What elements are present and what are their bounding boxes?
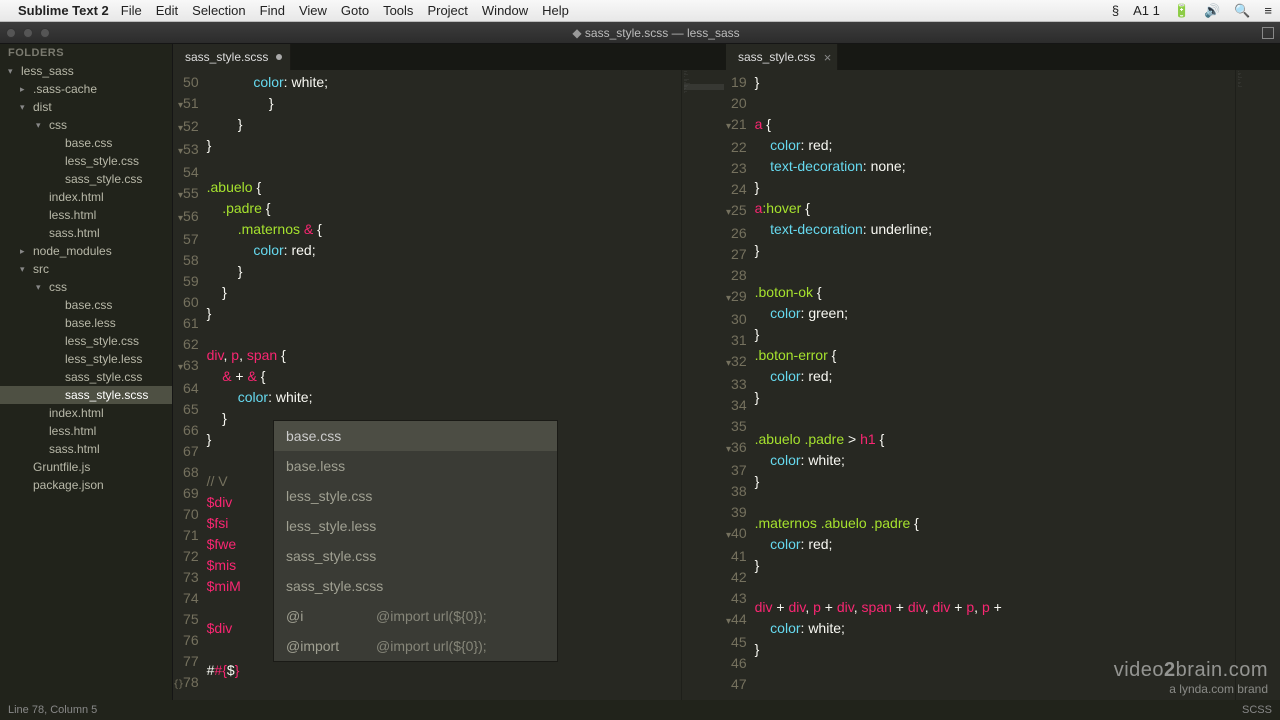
tree-item[interactable]: ▾css: [0, 278, 172, 296]
line-gutter: 50▾51▾52▾5354▾55▾56575859606162▾63646566…: [173, 70, 207, 713]
tree-item[interactable]: Gruntfile.js: [0, 458, 172, 476]
syntax-indicator[interactable]: SCSS: [1242, 704, 1272, 716]
tree-item[interactable]: sass.html: [0, 224, 172, 242]
line-gutter: 1920▾21222324▾25262728▾293031▾32333435▾3…: [726, 70, 755, 720]
tab-bar-right: sass_style.css ×: [726, 44, 1280, 70]
minimap[interactable]: ▬▬▬▬▬▬▬▬▬▬▬▬▬▬▬▬▬▬▬▬▬▬▬▬▬▬▬▬▬▬▬▬▬▬▬▬▬▬▬▬: [681, 70, 726, 713]
autocomplete-item[interactable]: base.css: [274, 421, 557, 451]
tree-item[interactable]: base.less: [0, 314, 172, 332]
close-window-button[interactable]: [6, 28, 16, 38]
minimap[interactable]: ▬▬▬▬▬▬▬▬▬▬▬▬▬▬▬▬▬▬▬▬▬▬▬: [1235, 70, 1280, 720]
autocomplete-item[interactable]: sass_style.css: [274, 541, 557, 571]
tree-item[interactable]: sass_style.scss: [0, 386, 172, 404]
tab-sass-style-css[interactable]: sass_style.css ×: [726, 44, 838, 70]
status-bar: Line 78, Column 5 SCSS: [0, 700, 1280, 720]
zoom-window-button[interactable]: [40, 28, 50, 38]
tab-label: sass_style.scss: [185, 50, 268, 64]
editor-pane-left: sass_style.scss 50▾51▾52▾5354▾55▾5657585…: [173, 44, 726, 720]
window-titlebar: ◆ sass_style.scss — less_sass: [0, 22, 1280, 44]
notifications-icon[interactable]: ≡: [1264, 3, 1272, 18]
menu-help[interactable]: Help: [542, 3, 569, 18]
autocomplete-item[interactable]: sass_style.scss: [274, 571, 557, 601]
editor-pane-right: sass_style.css × 1920▾21222324▾25262728▾…: [726, 44, 1280, 720]
menu-tools[interactable]: Tools: [383, 3, 413, 18]
status-icon-2[interactable]: A1 1: [1133, 3, 1160, 18]
menu-project[interactable]: Project: [427, 3, 467, 18]
tab-bar-left: sass_style.scss: [173, 44, 726, 70]
menu-window[interactable]: Window: [482, 3, 528, 18]
tree-item[interactable]: ▾dist: [0, 98, 172, 116]
tree-item[interactable]: sass_style.css: [0, 170, 172, 188]
tree-item[interactable]: ▸.sass-cache: [0, 80, 172, 98]
menu-edit[interactable]: Edit: [156, 3, 178, 18]
code-editor-left[interactable]: 50▾51▾52▾5354▾55▾56575859606162▾63646566…: [173, 70, 726, 713]
app-name[interactable]: Sublime Text 2: [18, 3, 109, 18]
menu-selection[interactable]: Selection: [192, 3, 245, 18]
watermark: video2brain.com a lynda.com brand: [1114, 659, 1268, 696]
sidebar-header: FOLDERS: [0, 44, 172, 62]
tree-item[interactable]: ▸node_modules: [0, 242, 172, 260]
tree-item[interactable]: less_style.css: [0, 332, 172, 350]
menu-file[interactable]: File: [121, 3, 142, 18]
cursor-position: Line 78, Column 5: [8, 704, 97, 716]
minimize-window-button[interactable]: [23, 28, 33, 38]
mac-menubar: Sublime Text 2 File Edit Selection Find …: [0, 0, 1280, 22]
menu-goto[interactable]: Goto: [341, 3, 369, 18]
tree-item[interactable]: ▾css: [0, 116, 172, 134]
tab-sass-style-scss[interactable]: sass_style.scss: [173, 44, 291, 70]
tab-label: sass_style.css: [738, 50, 815, 64]
tree-item[interactable]: base.css: [0, 296, 172, 314]
menu-find[interactable]: Find: [260, 3, 285, 18]
volume-icon[interactable]: 🔊: [1204, 3, 1220, 19]
code-editor-right[interactable]: 1920▾21222324▾25262728▾293031▾32333435▾3…: [726, 70, 1280, 720]
status-icon-1[interactable]: §: [1112, 3, 1119, 18]
autocomplete-item[interactable]: less_style.less: [274, 511, 557, 541]
tree-item[interactable]: base.css: [0, 134, 172, 152]
tree-item[interactable]: package.json: [0, 476, 172, 494]
tree-item[interactable]: sass_style.css: [0, 368, 172, 386]
spotlight-icon[interactable]: 🔍: [1234, 3, 1250, 19]
tree-item[interactable]: less_style.less: [0, 350, 172, 368]
close-tab-icon[interactable]: ×: [824, 50, 832, 65]
autocomplete-item[interactable]: less_style.css: [274, 481, 557, 511]
dirty-indicator-icon: [276, 54, 282, 60]
tree-item[interactable]: less.html: [0, 422, 172, 440]
autocomplete-item[interactable]: @i@import url(${0});: [274, 601, 557, 631]
window-title: ◆ sass_style.scss — less_sass: [50, 26, 1262, 40]
autocomplete-item[interactable]: base.less: [274, 451, 557, 481]
menu-view[interactable]: View: [299, 3, 327, 18]
fullscreen-button[interactable]: [1262, 27, 1274, 39]
tree-item[interactable]: less.html: [0, 206, 172, 224]
battery-icon[interactable]: 🔋: [1174, 3, 1190, 19]
tree-item[interactable]: sass.html: [0, 440, 172, 458]
tree-item[interactable]: ▾src: [0, 260, 172, 278]
tree-item[interactable]: ▾less_sass: [0, 62, 172, 80]
tree-item[interactable]: index.html: [0, 188, 172, 206]
tree-item[interactable]: less_style.css: [0, 152, 172, 170]
folders-sidebar: FOLDERS ▾less_sass▸.sass-cache▾dist▾cssb…: [0, 44, 173, 720]
autocomplete-item[interactable]: @import@import url(${0});: [274, 631, 557, 661]
tree-item[interactable]: index.html: [0, 404, 172, 422]
autocomplete-popup[interactable]: base.cssbase.lessless_style.cssless_styl…: [273, 420, 558, 662]
